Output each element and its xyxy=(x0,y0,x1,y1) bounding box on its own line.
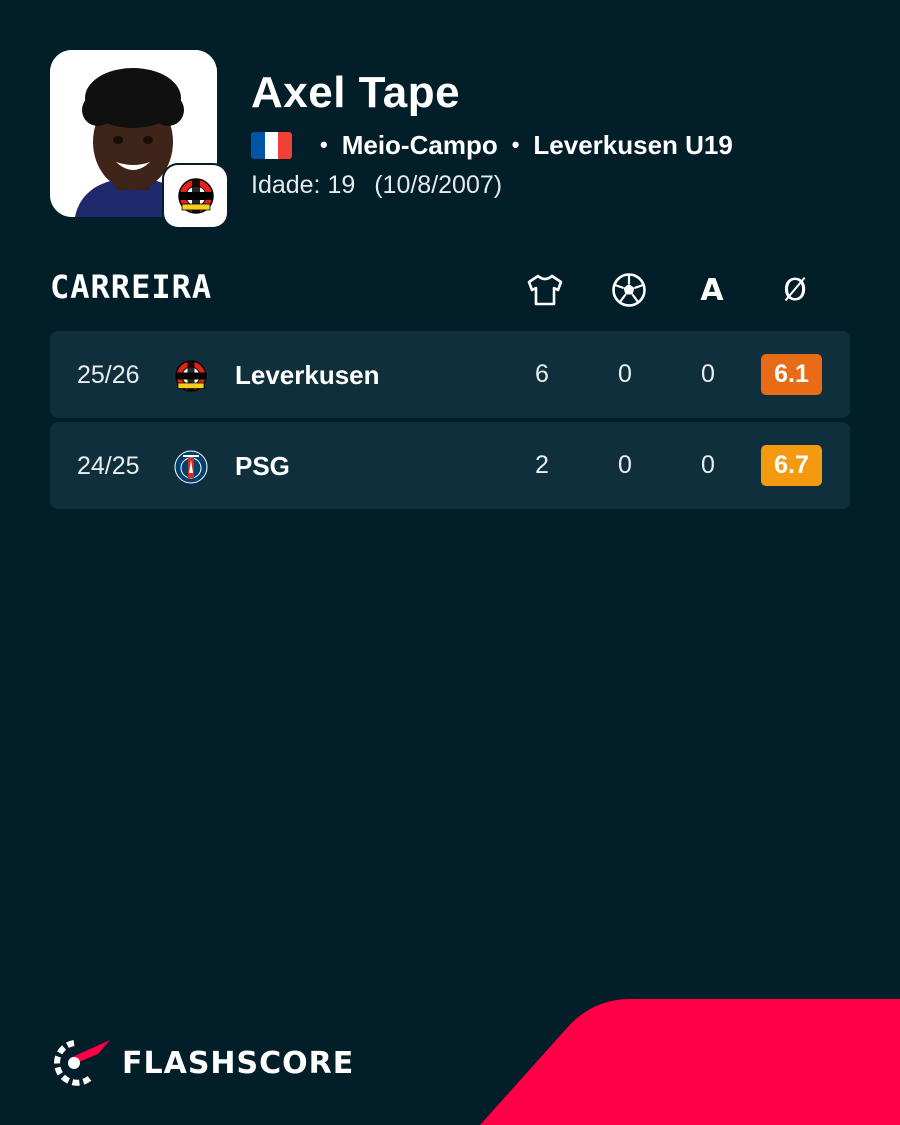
leverkusen-logo-icon xyxy=(177,178,214,214)
goals-value: 0 xyxy=(618,451,632,479)
brand-corner-shape xyxy=(480,999,900,1125)
flashscore-brand: FLASHSCORE xyxy=(50,1040,354,1086)
player-age: Idade: 19 (10/8/2007) xyxy=(251,171,502,200)
goals-value: 0 xyxy=(618,360,632,388)
brand-name: FLASHSCORE xyxy=(122,1045,355,1081)
psg-logo-icon xyxy=(174,450,208,484)
team-name: PSG xyxy=(235,451,290,481)
club-badge-leverkusen xyxy=(164,165,227,227)
season: 24/25 xyxy=(77,452,140,480)
ball-icon xyxy=(612,273,646,307)
player-club: Leverkusen U19 xyxy=(533,129,733,160)
column-goals xyxy=(609,270,649,310)
career-row: 25/26 Leverkusen 6 0 0 6.1 xyxy=(50,331,850,418)
shirt-icon xyxy=(527,274,563,306)
team-name: Leverkusen xyxy=(235,360,380,390)
appearances-value: 2 xyxy=(535,451,549,479)
separator-dot: • xyxy=(320,132,328,157)
rating-badge: 6.7 xyxy=(761,445,822,486)
rating-badge: 6.1 xyxy=(761,354,822,395)
flashscore-logo-icon xyxy=(54,1040,110,1086)
separator-dot: • xyxy=(511,132,520,157)
birth-date: (10/8/2007) xyxy=(374,171,503,199)
assists-value: 0 xyxy=(701,451,715,479)
season: 25/26 xyxy=(77,361,140,389)
column-average-rating: Ø xyxy=(783,272,807,308)
column-assists: A xyxy=(700,272,724,308)
assists-value: 0 xyxy=(701,360,715,388)
player-meta: • Meio-Campo • Leverkusen U19 xyxy=(251,129,733,161)
age-label: Idade: 19 xyxy=(251,171,356,199)
appearances-value: 6 xyxy=(535,360,549,388)
france-flag-icon xyxy=(251,131,292,159)
player-position: Meio-Campo xyxy=(341,129,498,160)
career-title: CARREIRA xyxy=(50,268,213,306)
career-row: 24/25 PSG 2 0 0 6.7 xyxy=(50,422,850,509)
player-name: Axel Tape xyxy=(251,68,461,117)
leverkusen-logo-icon xyxy=(175,360,207,392)
column-appearances xyxy=(525,270,565,310)
